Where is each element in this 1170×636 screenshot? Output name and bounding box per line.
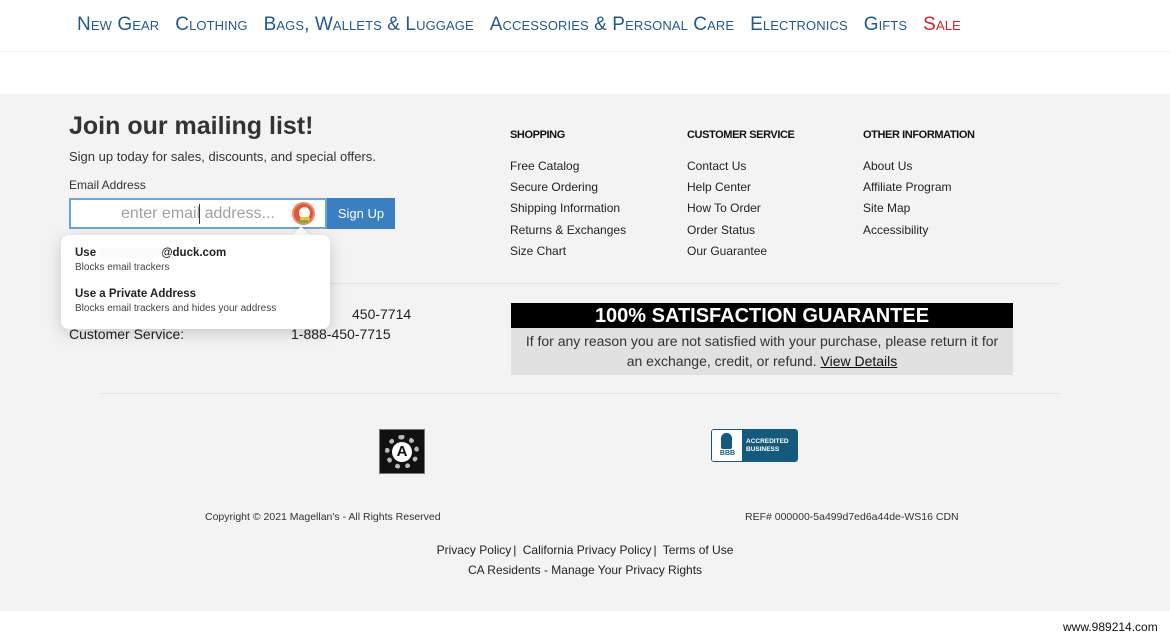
page-bottom [0,611,1170,636]
accessibility-a-icon: A [392,442,412,462]
reviewed-by-accessibility-badge[interactable]: A [379,429,425,474]
private-address-subtitle: Blocks email trackers and hides your add… [75,303,277,314]
terms-of-use-link[interactable]: Terms of Use [663,543,734,557]
phone-number-1: 450-7714 [352,306,412,322]
separator: | [513,543,517,557]
other-information-column: OTHER INFORMATION About Us Affiliate Pro… [863,129,975,244]
nav-new-gear[interactable]: New Gear [77,14,159,36]
page: New Gear Clothing Bags, Wallets & Luggag… [0,0,1170,636]
top-navigation: New Gear Clothing Bags, Wallets & Luggag… [0,0,1170,52]
shopping-heading: SHOPPING [510,129,565,141]
mailing-list-subtitle: Sign up today for sales, discounts, and … [69,149,376,164]
mailing-list-title: Join our mailing list! [69,112,314,140]
divider-bottom [100,393,1060,394]
text-caret [199,204,200,224]
duckduckgo-autofill-icon[interactable] [292,202,315,225]
guarantee-title: 100% SATISFACTION GUARANTEE [511,303,1013,328]
bbb-torch-icon [721,433,732,449]
link-accessibility[interactable]: Accessibility [863,223,975,237]
other-information-heading: OTHER INFORMATION [863,129,975,141]
nav-gifts[interactable]: Gifts [864,14,907,36]
ref-code: REF# 000000-5a499d7ed6a44de-WS16 CDN [745,511,959,523]
link-affiliate-program[interactable]: Affiliate Program [863,180,975,194]
ca-privacy-rights-link[interactable]: CA Residents - Manage Your Privacy Right… [0,563,1170,577]
customer-service-column: CUSTOMER SERVICE Contact Us Help Center … [687,129,795,265]
nav-electronics[interactable]: Electronics [750,14,848,36]
link-returns-exchanges[interactable]: Returns & Exchanges [510,223,626,237]
use-duck-address-option[interactable]: Use @duck.com Blocks email trackers [75,247,226,273]
guarantee-text: If for any reason you are not satisfied … [525,333,999,369]
link-our-guarantee[interactable]: Our Guarantee [687,244,795,258]
use-private-address-option[interactable]: Use a Private Address Blocks email track… [75,288,276,314]
duck-address-subtitle: Blocks email trackers [75,262,170,273]
link-contact-us[interactable]: Contact Us [687,159,795,173]
link-size-chart[interactable]: Size Chart [510,244,626,258]
link-site-map[interactable]: Site Map [863,201,975,215]
email-label: Email Address [69,178,146,192]
link-secure-ordering[interactable]: Secure Ordering [510,180,626,194]
privacy-policy-link[interactable]: Privacy Policy [437,543,512,557]
copyright-text: Copyright © 2021 Magellan's - All Rights… [205,511,441,523]
link-order-status[interactable]: Order Status [687,223,795,237]
view-details-link[interactable]: View Details [821,353,898,369]
shopping-column: SHOPPING Free Catalog Secure Ordering Sh… [510,129,626,265]
nav-bags-wallets-luggage[interactable]: Bags, Wallets & Luggage [264,14,474,36]
sign-up-button[interactable]: Sign Up [327,198,395,229]
bbb-accredited-text: ACCREDITED BUSINESS [742,430,797,461]
nav-sale[interactable]: Sale [923,14,961,36]
separator: | [653,543,657,557]
duck-address-title: Use @duck.com [75,247,226,259]
duck-address-prefix: Use [75,247,97,259]
email-input[interactable] [69,198,327,229]
link-help-center[interactable]: Help Center [687,180,795,194]
legal-links: Privacy Policy | California Privacy Polic… [0,543,1170,557]
link-free-catalog[interactable]: Free Catalog [510,159,626,173]
satisfaction-guarantee-box: 100% SATISFACTION GUARANTEE If for any r… [511,303,1013,375]
guarantee-body: If for any reason you are not satisfied … [511,328,1013,371]
email-autofill-popup: Use @duck.com Blocks email trackers Use … [61,235,330,329]
watermark: www.989214.com [1063,620,1158,634]
link-about-us[interactable]: About Us [863,159,975,173]
bbb-logo: BBB [712,430,742,461]
redacted-username [99,247,162,258]
bbb-line-1: ACCREDITED [746,438,789,445]
bbb-line-2: BUSINESS [746,446,780,453]
duck-address-domain: @duck.com [161,247,227,259]
nav-clothing[interactable]: Clothing [175,14,247,36]
bbb-accredited-badge[interactable]: BBB ACCREDITED BUSINESS [711,429,798,462]
nav-accessories-personal-care[interactable]: Accessories & Personal Care [490,14,734,36]
bbb-text: BBB [719,450,736,457]
customer-service-heading: CUSTOMER SERVICE [687,129,795,141]
private-address-title: Use a Private Address [75,288,197,300]
link-how-to-order[interactable]: How To Order [687,201,795,215]
link-shipping-information[interactable]: Shipping Information [510,201,626,215]
california-privacy-policy-link[interactable]: California Privacy Policy [523,543,652,557]
